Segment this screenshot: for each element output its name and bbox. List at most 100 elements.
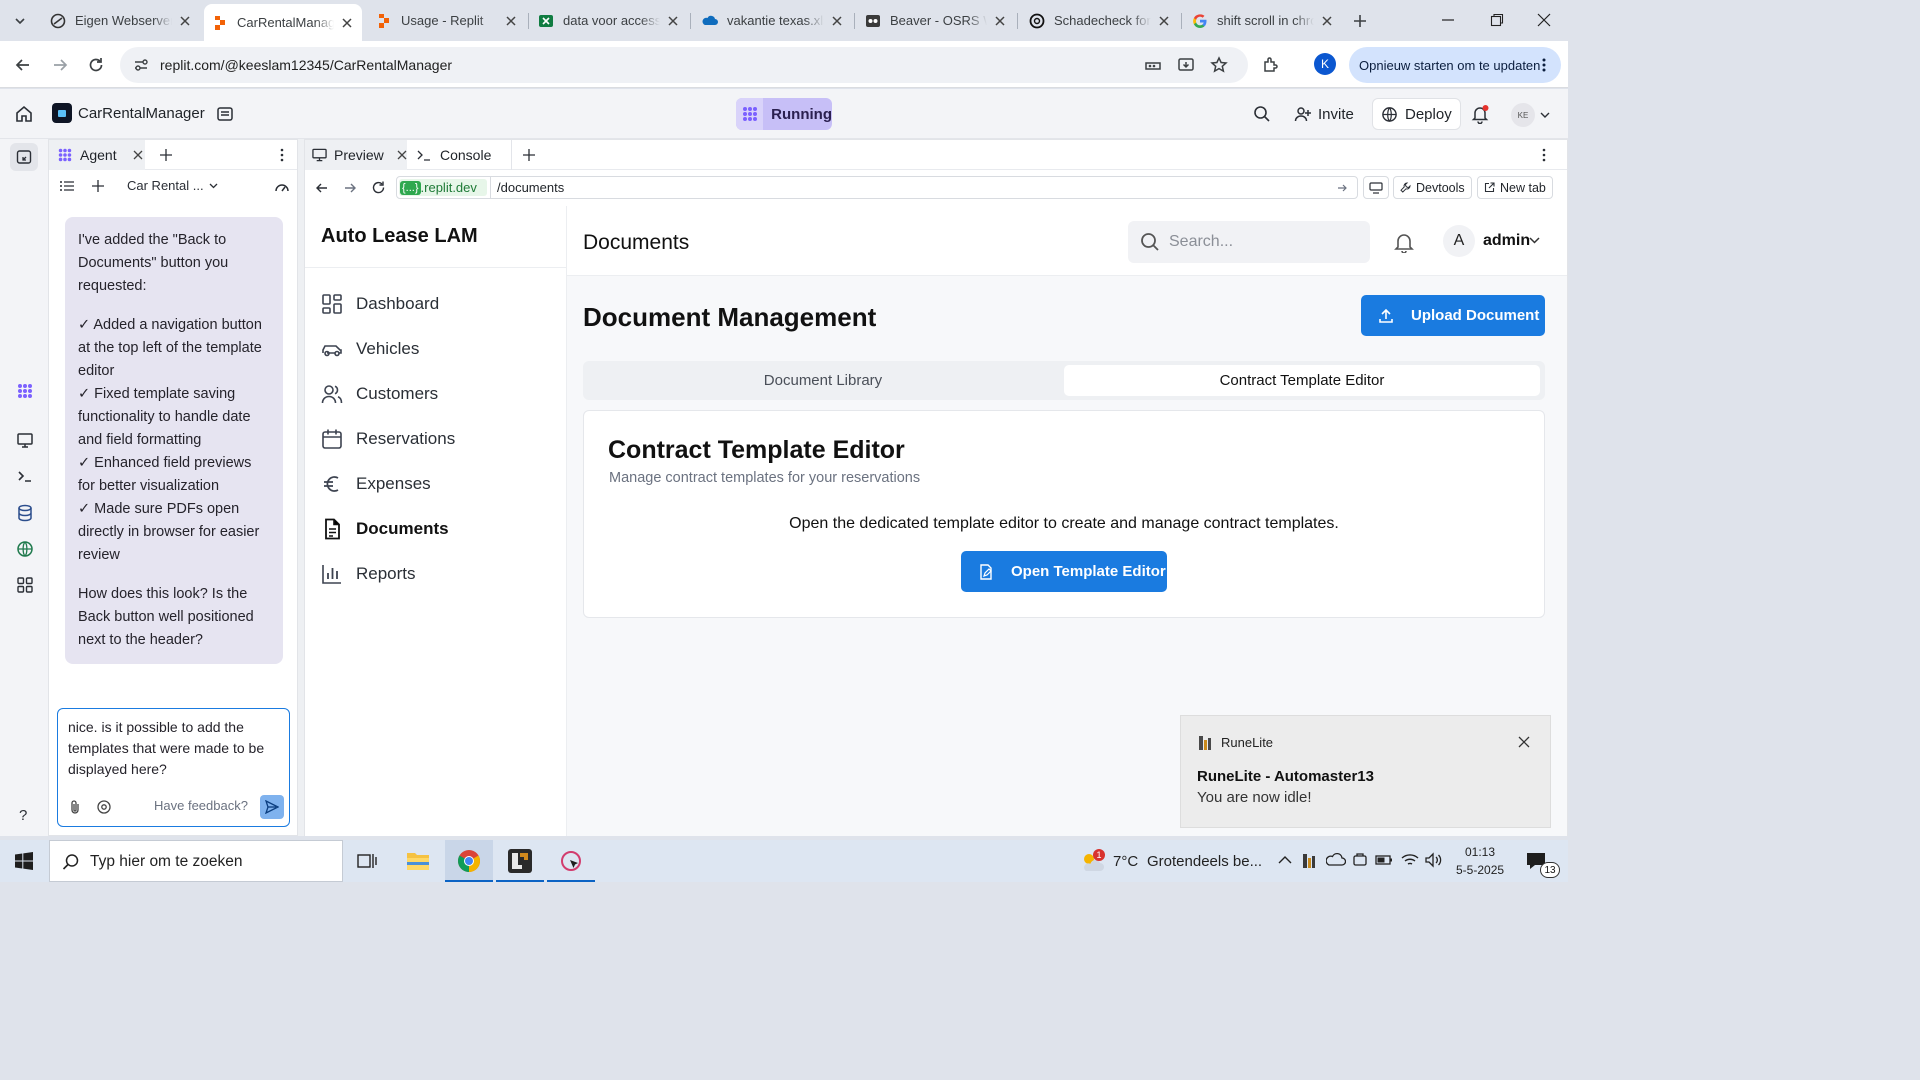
browser-tab[interactable]: Beaver - OSRS Wiki	[857, 6, 1015, 35]
arrow-left-icon[interactable]	[315, 181, 329, 195]
new-chat-icon[interactable]	[92, 180, 104, 192]
wifi-icon[interactable]	[1401, 852, 1419, 868]
tab-contract-template-editor[interactable]: Contract Template Editor	[1064, 365, 1540, 396]
console-tab[interactable]: Console	[413, 140, 491, 170]
browser-tab-active[interactable]: CarRentalManager	[204, 4, 362, 41]
gauge-icon[interactable]	[274, 180, 290, 194]
user-avatar[interactable]: KE	[1511, 103, 1535, 127]
nav-item-reports[interactable]: Reports	[321, 559, 416, 589]
close-icon[interactable]	[504, 14, 518, 28]
address-bar[interactable]: replit.com/@keeslam12345/CarRentalManage…	[120, 47, 1248, 83]
close-icon[interactable]	[178, 14, 192, 28]
browser-tab[interactable]: Schadecheck for	[1021, 6, 1179, 35]
user-avatar[interactable]: A	[1443, 225, 1475, 257]
invite-button[interactable]: Invite	[1286, 98, 1362, 130]
battery-icon[interactable]	[1375, 853, 1393, 867]
taskbar-runelite[interactable]	[496, 840, 544, 882]
install-app-icon[interactable]	[1177, 56, 1195, 74]
restart-update-button[interactable]: Opnieuw starten om te updaten	[1349, 47, 1561, 83]
deployments-tool-icon[interactable]	[16, 540, 34, 558]
home-icon[interactable]	[15, 105, 33, 123]
close-icon[interactable]	[830, 14, 844, 28]
close-icon[interactable]	[340, 16, 354, 30]
history-list-icon[interactable]	[60, 180, 74, 192]
onedrive-icon[interactable]	[1326, 852, 1346, 868]
user-name[interactable]: admin	[1483, 232, 1530, 250]
new-tab-button[interactable]	[1348, 9, 1372, 33]
close-icon[interactable]	[397, 150, 407, 160]
project-name[interactable]: CarRentalManager	[78, 105, 205, 122]
search-input[interactable]: Search...	[1128, 221, 1370, 263]
all-tools-icon[interactable]	[16, 576, 34, 594]
file-tree-toggle[interactable]	[10, 143, 38, 171]
thread-title[interactable]: Car Rental ...	[127, 178, 204, 193]
more-vert-icon[interactable]	[280, 148, 284, 162]
chevron-down-icon[interactable]	[1529, 237, 1540, 244]
forward-button[interactable]	[51, 56, 69, 74]
close-icon[interactable]	[666, 14, 680, 28]
nav-item-customers[interactable]: Customers	[321, 379, 438, 409]
clock-time[interactable]: 01:13	[1465, 845, 1495, 859]
browser-tab[interactable]: Usage - Replit	[368, 6, 526, 35]
file-explorer-icon[interactable]	[406, 850, 430, 872]
chevron-up-icon[interactable]	[1278, 855, 1292, 865]
window-close-button[interactable]	[1536, 12, 1552, 28]
run-status-button[interactable]: Running	[736, 98, 832, 130]
new-tab-preview-button[interactable]: New tab	[1477, 176, 1553, 199]
site-settings-icon[interactable]	[133, 57, 149, 73]
chat-input[interactable]: nice. is it possible to add the template…	[68, 717, 280, 780]
plus-icon[interactable]	[523, 149, 535, 161]
chevron-down-icon[interactable]	[1540, 111, 1550, 119]
windows-start-icon[interactable]	[15, 852, 33, 870]
go-arrow-icon[interactable]	[1337, 183, 1348, 193]
runelite-tray-icon[interactable]	[1301, 852, 1319, 870]
shell-tool-icon[interactable]	[16, 467, 34, 485]
help-button[interactable]: ?	[19, 807, 27, 824]
nav-item-documents[interactable]: Documents	[321, 514, 449, 544]
nav-item-vehicles[interactable]: Vehicles	[321, 334, 419, 364]
taskbar-search[interactable]: Typ hier om te zoeken	[49, 840, 343, 882]
send-button[interactable]	[260, 795, 284, 819]
taskbar-app[interactable]	[547, 840, 595, 882]
reload-button[interactable]	[87, 56, 105, 74]
back-button[interactable]	[14, 56, 32, 74]
extensions-icon[interactable]	[1262, 56, 1280, 74]
taskbar-chrome[interactable]	[445, 840, 493, 882]
profile-avatar[interactable]: K	[1314, 53, 1336, 75]
open-template-editor-button[interactable]: Open Template Editor	[961, 551, 1167, 592]
volume-icon[interactable]	[1424, 852, 1442, 868]
more-vert-icon[interactable]	[1542, 148, 1546, 162]
tab-document-library[interactable]: Document Library	[583, 361, 1063, 400]
tray-device-icon[interactable]	[1352, 852, 1368, 868]
attach-icon[interactable]	[68, 799, 82, 815]
close-icon[interactable]	[993, 14, 1007, 28]
browser-tab[interactable]: vakantie texas.xlsx	[694, 6, 852, 35]
plus-icon[interactable]	[160, 149, 172, 161]
close-icon[interactable]	[1320, 14, 1334, 28]
preview-tab[interactable]: Preview	[305, 140, 407, 170]
close-icon[interactable]	[133, 150, 143, 160]
search-icon[interactable]	[1253, 105, 1271, 123]
agent-tab[interactable]: Agent	[49, 140, 145, 170]
upload-document-button[interactable]: Upload Document	[1361, 295, 1545, 336]
browser-tab[interactable]: data voor access	[530, 6, 688, 35]
device-toggle-button[interactable]	[1363, 176, 1389, 199]
nav-item-expenses[interactable]: Expenses	[321, 469, 431, 499]
windows-notification[interactable]: RuneLite RuneLite - Automaster13 You are…	[1180, 715, 1551, 828]
restore-button[interactable]	[1489, 12, 1505, 28]
agent-tool-icon[interactable]	[16, 382, 34, 400]
notifications-button[interactable]	[1470, 104, 1490, 124]
tab-search-button[interactable]	[8, 9, 32, 33]
reload-icon[interactable]	[371, 180, 386, 195]
arrow-right-icon[interactable]	[343, 181, 357, 195]
chevron-down-icon[interactable]	[209, 183, 218, 189]
extended-thinking-icon[interactable]	[96, 799, 112, 815]
browser-tab[interactable]: Eigen Webserver	[42, 6, 200, 35]
bookmark-star-icon[interactable]	[1210, 56, 1228, 74]
minimize-button[interactable]	[1440, 12, 1456, 28]
project-info-icon[interactable]	[216, 105, 234, 123]
close-icon[interactable]	[1157, 14, 1171, 28]
browser-tab[interactable]: shift scroll in chrome	[1184, 6, 1342, 35]
task-view-icon[interactable]	[357, 851, 377, 871]
database-tool-icon[interactable]	[16, 504, 34, 522]
